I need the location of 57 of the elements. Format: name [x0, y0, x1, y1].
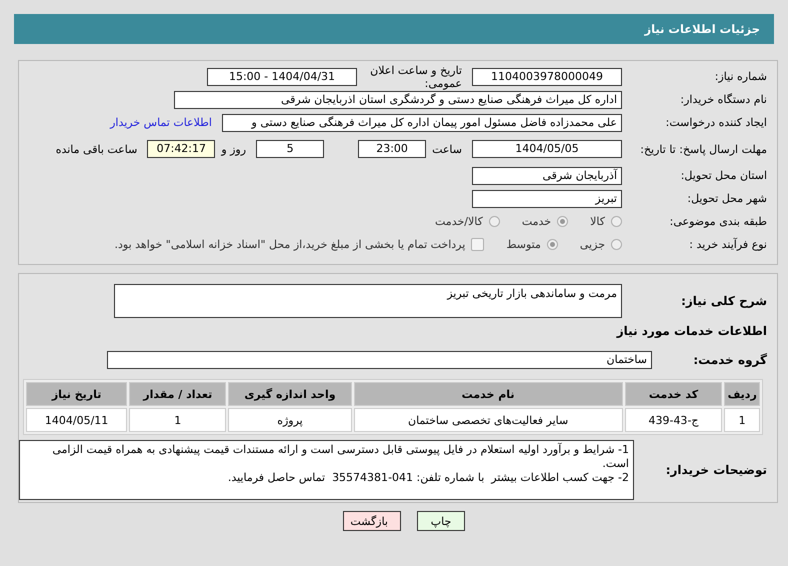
field-label: شرح کلی نیاز:: [680, 294, 767, 308]
table-cell: 1: [724, 408, 760, 432]
field-label: مهلت ارسال پاسخ: تا تاریخ:: [639, 142, 767, 156]
column-header: ردیف: [724, 382, 760, 406]
column-header: واحد اندازه گیری: [228, 382, 352, 406]
field-label: ایجاد کننده درخواست:: [664, 116, 767, 129]
field-label: تاریخ و ساعت اعلان عمومی:: [369, 64, 462, 90]
page-title: جزئیات اطلاعات نیاز: [644, 22, 760, 36]
field-label: نوع فرآیند خرید :: [688, 238, 767, 251]
province-field: آذربایجان شرقی: [472, 166, 622, 184]
field-label: شهر محل تحویل:: [686, 192, 767, 205]
buyer-field: اداره کل میراث فرهنگی صنایع دستی و گردشگری استان اذربایجان شرقی: [174, 90, 622, 108]
radio-button[interactable]: [557, 216, 568, 227]
radio-label: جزیی: [580, 238, 605, 251]
radio-label: کالا/خدمت: [435, 215, 483, 228]
radio-label: خدمت: [522, 215, 552, 228]
field-label: شماره نیاز:: [714, 70, 767, 83]
summary-textarea[interactable]: مرمت و ساماندهی بازار تاریخی تبریز: [114, 284, 622, 318]
radio-button[interactable]: [611, 239, 622, 250]
checkbox[interactable]: [471, 238, 484, 251]
days-label: روز و: [221, 142, 246, 156]
field-label: گروه خدمت:: [692, 352, 767, 366]
days-field: 5: [256, 140, 324, 158]
column-header: تاریخ نیاز: [26, 382, 128, 406]
field-label: طبقه بندی موضوعی:: [668, 215, 767, 228]
radio-button[interactable]: [611, 216, 622, 227]
creator-field: علی محمدزاده فاضل مسئول امور پیمان اداره کل میراث فرهنگی صنایع دستی و: [222, 114, 622, 132]
table-cell: سایر فعالیت‌های تخصصی ساختمان: [354, 408, 623, 432]
buyer-contact-link[interactable]: اطلاعات تماس خریدار: [110, 116, 212, 129]
city-field: تبریز: [472, 190, 622, 208]
announce-date-field: 1404/04/31 - 15:00: [207, 68, 357, 86]
column-header: نام خدمت: [354, 382, 623, 406]
service-group-field: ساختمان: [107, 350, 652, 368]
table-cell: 1404/05/11: [26, 408, 128, 432]
field-label: توضیحات خریدار:: [664, 463, 767, 477]
radio-label: کالا: [590, 215, 605, 228]
deadline-time-field: 23:00: [358, 140, 426, 158]
print-button[interactable]: چاپ: [417, 511, 465, 531]
remaining-time-field: 07:42:17: [147, 140, 216, 158]
radio-label: متوسط: [506, 238, 541, 251]
deadline-date-field: 1404/05/05: [472, 140, 622, 158]
column-header: کد خدمت: [624, 382, 722, 406]
back-button[interactable]: بازگشت: [343, 511, 401, 531]
time-label: ساعت: [432, 142, 462, 156]
checkbox-label: پرداخت تمام یا بخشی از مبلغ خرید،از محل "اسناد خزانه اسلامی" خواهد بود.: [114, 238, 466, 251]
radio-button[interactable]: [488, 216, 500, 227]
field-label: استان محل تحویل:: [680, 169, 767, 182]
table-cell: 1: [129, 408, 226, 432]
table-cell: ج-43-439: [624, 408, 722, 432]
need-number-field: 1104003978000049: [472, 68, 622, 86]
column-header: تعداد / مقدار: [129, 382, 226, 406]
section-heading: اطلاعات خدمات مورد نیاز: [615, 324, 768, 338]
buyer-notes-textarea[interactable]: 1- شرایط و برآورد اولیه استعلام در فایل پیوستی قابل دسترسی است و ارائه مستندات قیمت پیشنهادی به همراه قیمت الزامی است. 2- جهت کسب اطلاعات بیشتر با شماره تلفن: 041-35574381 تماس حاصل فرمایید.: [19, 440, 634, 500]
table-cell: پروژه: [228, 408, 352, 432]
radio-button[interactable]: [546, 239, 558, 250]
field-label: نام دستگاه خریدار:: [679, 93, 767, 106]
remaining-label: ساعت باقی مانده: [56, 142, 138, 156]
